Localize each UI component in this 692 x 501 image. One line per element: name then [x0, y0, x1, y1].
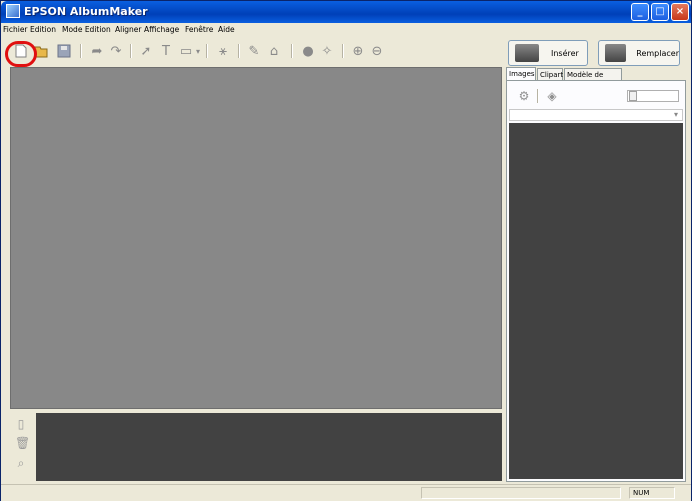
shape-tool-icon[interactable]: ▭: [178, 43, 194, 59]
magic-wand-icon[interactable]: ✧: [319, 43, 335, 59]
insert-image-icon: [515, 44, 539, 62]
folder-dropdown[interactable]: ▾: [509, 109, 683, 121]
menu-fenetre[interactable]: Fenêtre: [185, 25, 213, 34]
trash-icon[interactable]: 🗑: [15, 436, 30, 450]
status-cell: [421, 487, 621, 499]
menu-aligner[interactable]: Aligner: [115, 25, 142, 34]
tab-images[interactable]: Images: [506, 67, 536, 80]
zoom-in-icon[interactable]: ⊕: [350, 43, 366, 59]
window-title: EPSON AlbumMaker: [24, 5, 148, 18]
app-window: EPSON AlbumMaker _ □ × Fichier Edition M…: [0, 0, 692, 501]
thumbnail-tools: ▯ 🗑 ⌕: [10, 411, 34, 481]
menu-edition[interactable]: Edition: [30, 25, 56, 34]
menu-bar: Fichier Edition Mode Edition Aligner Aff…: [1, 23, 691, 37]
thumbnail-strip[interactable]: [36, 413, 502, 481]
redo-icon[interactable]: ↷: [108, 43, 124, 59]
insert-label: Insérer: [551, 48, 579, 58]
replace-image-icon: [605, 44, 627, 62]
replace-button[interactable]: Remplacer: [598, 40, 680, 66]
replace-label: Remplacer: [636, 48, 679, 58]
chart-tool-icon[interactable]: ✎: [246, 43, 262, 59]
insert-button[interactable]: Insérer: [508, 40, 588, 66]
close-button[interactable]: ×: [671, 3, 689, 21]
stamp-tool-icon[interactable]: ⌂: [266, 43, 282, 59]
maximize-button[interactable]: □: [651, 3, 669, 21]
images-tab-pane: ⚙ ◈ ▾: [506, 80, 686, 482]
image-browser-area[interactable]: [509, 123, 683, 479]
zoom-out-icon[interactable]: ⊖: [369, 43, 385, 59]
minimize-button[interactable]: _: [631, 3, 649, 21]
chevron-down-icon[interactable]: ▾: [671, 110, 681, 120]
status-num: NUM: [629, 487, 675, 499]
folder-image-icon[interactable]: ◈: [545, 89, 559, 103]
preview-icon[interactable]: ⌕: [15, 456, 27, 470]
thumbnail-size-slider[interactable]: [627, 90, 679, 102]
page-thumbnail-panel: ▯ 🗑 ⌕: [10, 411, 502, 481]
camera-icon[interactable]: ⚙: [517, 89, 531, 103]
title-bar: EPSON AlbumMaker _ □ ×: [1, 1, 691, 23]
save-icon[interactable]: [56, 43, 72, 59]
select-arrow-icon[interactable]: ➚: [138, 43, 154, 59]
menu-fichier[interactable]: Fichier: [3, 25, 28, 34]
editing-canvas[interactable]: [10, 67, 502, 409]
tab-clipart[interactable]: Clipart: [537, 68, 563, 80]
slider-thumb[interactable]: [629, 91, 637, 101]
pane-toolbar: ⚙ ◈: [507, 81, 685, 109]
text-tool-icon[interactable]: T: [158, 43, 174, 59]
new-page-icon[interactable]: ▯: [15, 417, 27, 431]
menu-aide[interactable]: Aide: [218, 25, 235, 34]
status-bar: NUM: [1, 484, 691, 501]
menu-mode-edition[interactable]: Mode Edition: [62, 25, 111, 34]
shape-dropdown-icon[interactable]: ▾: [194, 43, 202, 59]
new-button-highlight-circle: [5, 41, 37, 67]
right-panel: Insérer Remplacer Images Clipart Modèle …: [506, 38, 686, 482]
undo-icon[interactable]: ➦: [89, 43, 105, 59]
toolbar: ➦ ↷ ➚ T ▭ ▾ ⚹ ✎ ⌂ ● ✧ ⊕ ⊖: [1, 38, 503, 66]
menu-affichage[interactable]: Affichage: [144, 25, 179, 34]
app-icon: [6, 4, 20, 18]
align-icon[interactable]: ⚹: [215, 43, 231, 59]
tab-modele-de-page[interactable]: Modèle de page: [564, 68, 622, 91]
photo-effect-icon[interactable]: ●: [300, 43, 316, 59]
